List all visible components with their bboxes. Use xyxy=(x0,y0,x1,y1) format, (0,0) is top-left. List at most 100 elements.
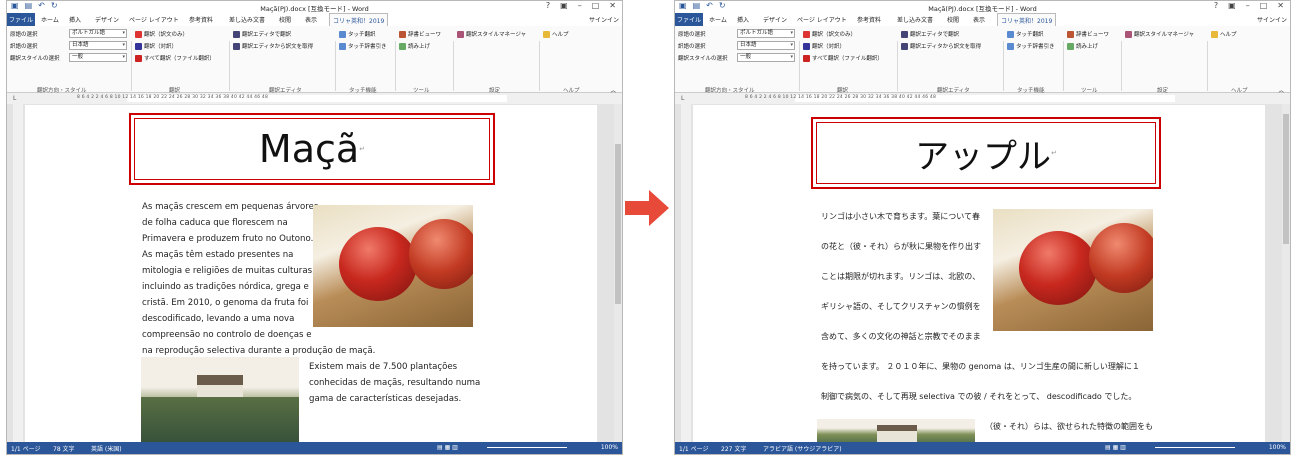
translate-all-button[interactable]: すべて翻訳（ファイル翻訳） xyxy=(803,54,883,62)
touch-translate-button[interactable]: タッチ翻訳 xyxy=(1007,30,1044,38)
zoom-slider[interactable] xyxy=(1155,447,1235,448)
style-manager-button[interactable]: 翻訳スタイルマネージャ xyxy=(1125,30,1194,38)
tab-view[interactable]: 表示 xyxy=(973,15,985,24)
maximize-button[interactable]: □ xyxy=(1260,1,1268,10)
target-lang-select[interactable]: 日本語 ▾ xyxy=(737,41,795,50)
status-words[interactable]: 227 文字 xyxy=(721,444,746,453)
status-words[interactable]: 78 文字 xyxy=(53,444,75,453)
touch-dict-button[interactable]: タッチ辞書引き xyxy=(339,42,387,50)
tab-design[interactable]: デザイン xyxy=(763,15,787,24)
dict-viewer-button[interactable]: 辞書ビューワ xyxy=(1067,30,1109,38)
translate-only-button[interactable]: 翻訳（訳文のみ） xyxy=(803,30,856,38)
style-manager-button[interactable]: 翻訳スタイルマネージャ xyxy=(457,30,526,38)
signin-link[interactable]: サインイン xyxy=(1257,15,1287,24)
translate-parallel-button[interactable]: 翻訳（対訳） xyxy=(135,42,177,50)
minimize-button[interactable]: – xyxy=(578,1,582,10)
tab-stop-selector[interactable]: L xyxy=(13,95,16,102)
help-button[interactable]: ヘルプ xyxy=(1211,30,1237,38)
tab-mailings[interactable]: 差し込み文書 xyxy=(229,15,265,24)
view-icons[interactable]: ▤ ▦ ▥ xyxy=(437,444,458,451)
tab-home[interactable]: ホーム xyxy=(41,15,59,24)
tab-korya[interactable]: コリャ英和！2019 xyxy=(997,13,1057,26)
tab-insert[interactable]: 挿入 xyxy=(69,15,81,24)
vertical-scrollbar[interactable] xyxy=(614,104,622,442)
close-button[interactable]: ✕ xyxy=(1277,1,1284,10)
vertical-scrollbar[interactable] xyxy=(1282,104,1290,442)
tab-file[interactable]: ファイル xyxy=(7,13,35,26)
scroll-thumb[interactable] xyxy=(1283,114,1289,244)
tab-references[interactable]: 参考資料 xyxy=(189,15,213,24)
doc-title[interactable]: アップル ↵ xyxy=(811,117,1161,189)
close-button[interactable]: ✕ xyxy=(609,1,616,10)
maximize-button[interactable]: □ xyxy=(592,1,600,10)
zoom-level[interactable]: 100% xyxy=(1269,444,1286,451)
body-line: （彼・それ）らは、欲せられた特徴の範囲をも xyxy=(985,422,1153,431)
body-paragraph-2[interactable]: Existem mais de 7.500 plantações conheci… xyxy=(309,359,480,407)
ribbon-display-icon[interactable]: ▣ xyxy=(560,1,568,10)
help-icon[interactable]: ? xyxy=(546,1,550,10)
tab-review[interactable]: 校閲 xyxy=(279,15,291,24)
tab-review[interactable]: 校閲 xyxy=(947,15,959,24)
file-translate-icon xyxy=(135,54,142,62)
source-lang-select[interactable]: ポルトガル語 ▾ xyxy=(737,29,795,38)
minimize-button[interactable]: – xyxy=(1246,1,1250,10)
tab-references[interactable]: 参考資料 xyxy=(857,15,881,24)
editor-get-label: 翻訳エディタから訳文を取得 xyxy=(242,44,314,50)
read-aloud-button[interactable]: 読み上げ xyxy=(399,42,430,50)
editor-translate-button[interactable]: 翻訳エディタで翻訳 xyxy=(233,30,291,38)
translate-all-button[interactable]: すべて翻訳（ファイル翻訳） xyxy=(135,54,215,62)
translate-only-button[interactable]: 翻訳（訳文のみ） xyxy=(135,30,188,38)
apple-photo[interactable] xyxy=(313,205,473,327)
signin-link[interactable]: サインイン xyxy=(589,15,619,24)
style-select[interactable]: 一般 ▾ xyxy=(69,53,127,62)
view-icons[interactable]: ▤ ▦ ▥ xyxy=(1105,444,1126,451)
document-page[interactable]: Maçã ↵ As maçãs crescem em pequenas árvor… xyxy=(25,105,597,443)
editor-translate-label: 翻訳エディタで翻訳 xyxy=(242,32,292,38)
tab-design[interactable]: デザイン xyxy=(95,15,119,24)
editor-translate-button[interactable]: 翻訳エディタで翻訳 xyxy=(901,30,959,38)
help-icon[interactable]: ? xyxy=(1214,1,1218,10)
tab-stop-selector[interactable]: L xyxy=(681,95,684,102)
source-lang-select[interactable]: ポルトガル語 ▾ xyxy=(69,29,127,38)
dict-viewer-button[interactable]: 辞書ビューワ xyxy=(399,30,441,38)
house-photo[interactable] xyxy=(141,357,299,443)
tab-korya[interactable]: コリャ英和！2019 xyxy=(329,13,389,26)
tab-insert[interactable]: 挿入 xyxy=(737,15,749,24)
status-page[interactable]: 1/1 ページ xyxy=(679,444,708,453)
tab-page-layout[interactable]: ページ レイアウト xyxy=(129,15,179,24)
help-button[interactable]: ヘルプ xyxy=(543,30,569,38)
editor-icon xyxy=(901,30,908,38)
status-page[interactable]: 1/1 ページ xyxy=(11,444,40,453)
source-lang-value: ポルトガル語 xyxy=(740,30,774,36)
body-paragraph-2[interactable]: （彼・それ）らは、欲せられた特徴の範囲をも xyxy=(985,417,1153,437)
editor-get-button[interactable]: 翻訳エディタから訳文を取得 xyxy=(901,42,981,50)
style-select[interactable]: 一般 ▾ xyxy=(737,53,795,62)
translate-parallel-button[interactable]: 翻訳（対訳） xyxy=(803,42,845,50)
touch-dict-button[interactable]: タッチ辞書引き xyxy=(1007,42,1055,50)
editor-get-button[interactable]: 翻訳エディタから訳文を取得 xyxy=(233,42,313,50)
status-language[interactable]: アラビア語 (サウジアラビア) xyxy=(763,444,842,453)
status-language[interactable]: 英語 (米国) xyxy=(91,444,122,453)
document-page[interactable]: アップル ↵ リンゴは小さい木で育ちます。葉について春 の花と（彼・それ）らが秋に… xyxy=(693,105,1265,445)
zoom-level[interactable]: 100% xyxy=(601,444,618,451)
read-aloud-button[interactable]: 読み上げ xyxy=(1067,42,1098,50)
tab-view[interactable]: 表示 xyxy=(305,15,317,24)
ribbon-display-icon[interactable]: ▣ xyxy=(1228,1,1236,10)
apple-shape xyxy=(1019,231,1097,305)
scroll-thumb[interactable] xyxy=(615,144,621,304)
tab-home[interactable]: ホーム xyxy=(709,15,727,24)
apple-photo[interactable] xyxy=(993,209,1153,331)
touch-translate-button[interactable]: タッチ翻訳 xyxy=(339,30,376,38)
tab-file[interactable]: ファイル xyxy=(675,13,703,26)
doc-title[interactable]: Maçã ↵ xyxy=(129,113,495,185)
horizontal-ruler[interactable]: L 8 6 4 2 2 4 6 8 10 12 14 16 18 20 22 2… xyxy=(675,93,1290,104)
style-manager-label: 翻訳スタイルマネージャ xyxy=(466,32,527,38)
tab-page-layout[interactable]: ページ レイアウト xyxy=(797,15,847,24)
vertical-ruler[interactable] xyxy=(13,104,23,442)
editor-translate-label: 翻訳エディタで翻訳 xyxy=(910,32,960,38)
target-lang-select[interactable]: 日本語 ▾ xyxy=(69,41,127,50)
zoom-slider[interactable] xyxy=(487,447,567,448)
horizontal-ruler[interactable]: L 8 6 4 2 2 4 6 8 10 12 14 16 18 20 22 2… xyxy=(7,93,622,104)
vertical-ruler[interactable] xyxy=(681,104,691,442)
tab-mailings[interactable]: 差し込み文書 xyxy=(897,15,933,24)
